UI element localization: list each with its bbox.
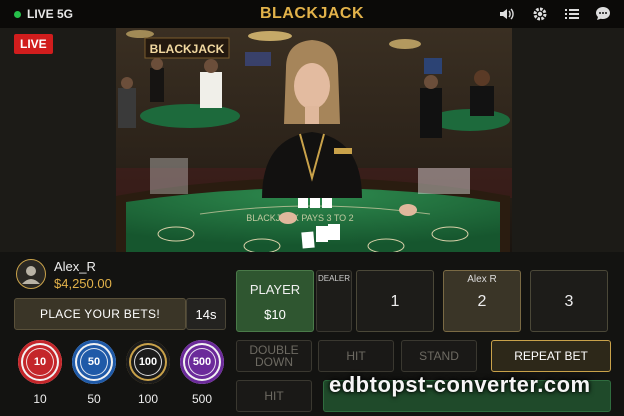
player-balance: $4,250.00 <box>54 276 112 291</box>
player-bet-label: PLAYER <box>249 282 301 297</box>
watermark: edbtopst-converter.com <box>329 372 591 397</box>
seat-2-number: 2 <box>477 293 487 310</box>
seat-1-number: 1 <box>390 293 400 310</box>
top-bar: LIVE 5G BLACKJACK <box>0 0 624 28</box>
chip-50[interactable]: 50 <box>72 340 116 384</box>
repeat-bet-button[interactable]: REPEAT BET <box>491 340 611 372</box>
gear-icon[interactable] <box>531 5 549 23</box>
stand-button[interactable]: STAND <box>401 340 477 372</box>
avatar <box>16 259 46 289</box>
seat-3-number: 3 <box>564 293 574 310</box>
live-dealer-video: BLACKJACK BLACKJACK PAYS 3 TO 2 <box>0 28 624 252</box>
chip-10-value: 10 <box>26 348 54 376</box>
status-message: PLACE YOUR BETS! <box>14 298 186 330</box>
svg-text:BLACKJACK PAYS 3 TO 2: BLACKJACK PAYS 3 TO 2 <box>246 213 353 223</box>
chip-500-value: 500 <box>188 348 216 376</box>
chip-50-value: 50 <box>80 348 108 376</box>
chat-icon[interactable] <box>594 5 612 23</box>
dealer-label: DEALER <box>317 274 350 283</box>
player-name: Alex_R <box>54 259 96 274</box>
chip-10-label: 10 <box>33 392 47 406</box>
seat-2[interactable]: Alex R 2 <box>443 270 521 332</box>
chip-100[interactable]: 100 <box>126 340 170 384</box>
user-icon <box>22 266 40 284</box>
hit-button[interactable]: HIT <box>318 340 394 372</box>
chip-10[interactable]: 10 <box>18 340 62 384</box>
speaker-icon[interactable] <box>498 5 516 23</box>
hit-button-secondary[interactable]: HIT <box>236 380 312 412</box>
dealer-spot: DEALER <box>316 270 352 332</box>
chip-500[interactable]: 500 <box>180 340 224 384</box>
live-badge: LIVE <box>14 34 53 54</box>
chip-100-label: 100 <box>137 392 159 406</box>
player-bet-spot[interactable]: PLAYER $10 <box>236 270 314 332</box>
seat-2-player-name: Alex R <box>467 274 497 285</box>
svg-text:BLACKJACK: BLACKJACK <box>150 42 225 56</box>
double-down-button[interactable]: DOUBLE DOWN <box>236 340 312 372</box>
chip-500-label: 500 <box>191 392 213 406</box>
list-icon[interactable] <box>563 5 581 23</box>
chip-100-value: 100 <box>134 348 162 376</box>
player-bet-amount: $10 <box>264 307 286 322</box>
bet-timer: 14s <box>186 298 226 330</box>
seat-3[interactable]: 3 <box>530 270 608 332</box>
seat-1[interactable]: 1 <box>356 270 434 332</box>
chip-50-label: 50 <box>87 392 101 406</box>
